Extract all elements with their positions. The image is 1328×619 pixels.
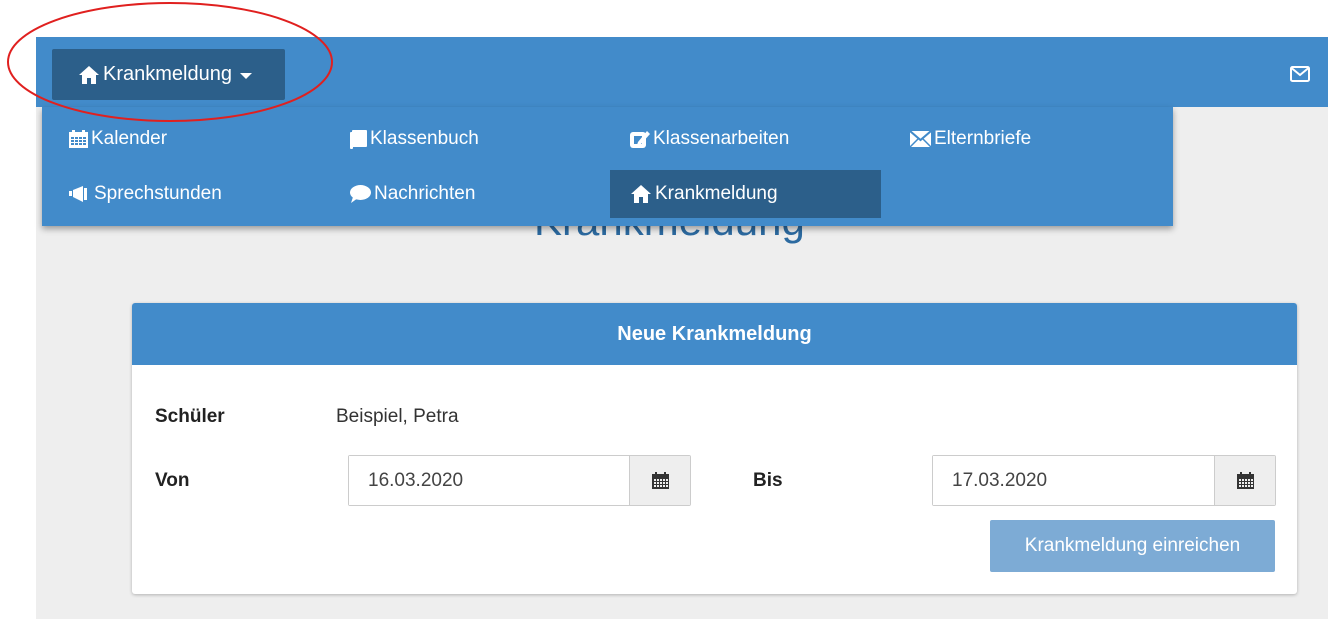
menu-item-label: Kalender (91, 128, 168, 149)
to-label: Bis (753, 470, 783, 491)
new-sick-note-panel: Neue Krankmeldung Schüler Beispiel, Petr… (132, 303, 1297, 594)
student-name: Beispiel, Petra (336, 406, 459, 427)
from-date-input[interactable] (349, 456, 629, 505)
menu-item-label: Krankmeldung (655, 183, 778, 204)
menu-item-kalender[interactable]: Kalender (61, 115, 331, 163)
menu-item-label: Klassenbuch (370, 128, 479, 149)
caret-down-icon (239, 73, 252, 79)
nav-toggle-label: Krankmeldung (103, 63, 232, 85)
menu-item-klassenbuch[interactable]: Klassenbuch (342, 115, 612, 163)
envelope-icon (910, 131, 931, 147)
menu-item-elternbriefe[interactable]: Elternbriefe (902, 115, 1162, 163)
from-label: Von (155, 470, 190, 491)
envelope-icon[interactable] (1290, 66, 1310, 87)
panel-heading: Neue Krankmeldung (132, 303, 1297, 365)
home-icon (630, 184, 652, 204)
megaphone-icon (69, 186, 91, 202)
calendar-button-to[interactable] (1214, 456, 1275, 505)
menu-item-label: Elternbriefe (934, 128, 1032, 149)
menu-item-label: Klassenarbeiten (653, 128, 790, 149)
to-date-group (932, 455, 1276, 506)
menu-item-klassenarbeiten[interactable]: Klassenarbeiten (622, 115, 892, 163)
submit-sick-note-button[interactable]: Krankmeldung einreichen (990, 520, 1275, 572)
menu-item-nachrichten[interactable]: Nachrichten (342, 170, 612, 218)
edit-icon (630, 130, 650, 149)
book-icon (350, 129, 367, 149)
menu-item-krankmeldung[interactable]: Krankmeldung (610, 170, 881, 218)
menu-item-sprechstunden[interactable]: Sprechstunden (61, 170, 331, 218)
from-date-group (348, 455, 691, 506)
comment-icon (350, 185, 371, 203)
calendar-icon (651, 472, 669, 489)
menu-item-label: Sprechstunden (94, 183, 222, 204)
to-date-input[interactable] (933, 456, 1214, 505)
nav-dropdown-toggle[interactable]: Krankmeldung (52, 49, 285, 100)
calendar-icon (1236, 472, 1254, 489)
nav-dropdown-menu: Kalender Klassenbuch Klassenarbeiten Elt… (42, 107, 1173, 226)
top-navbar: Krankmeldung (36, 37, 1328, 107)
calendar-button-from[interactable] (629, 456, 690, 505)
calendar-icon (69, 130, 88, 148)
menu-item-label: Nachrichten (374, 183, 476, 204)
student-label: Schüler (155, 406, 225, 427)
home-icon (78, 65, 100, 85)
